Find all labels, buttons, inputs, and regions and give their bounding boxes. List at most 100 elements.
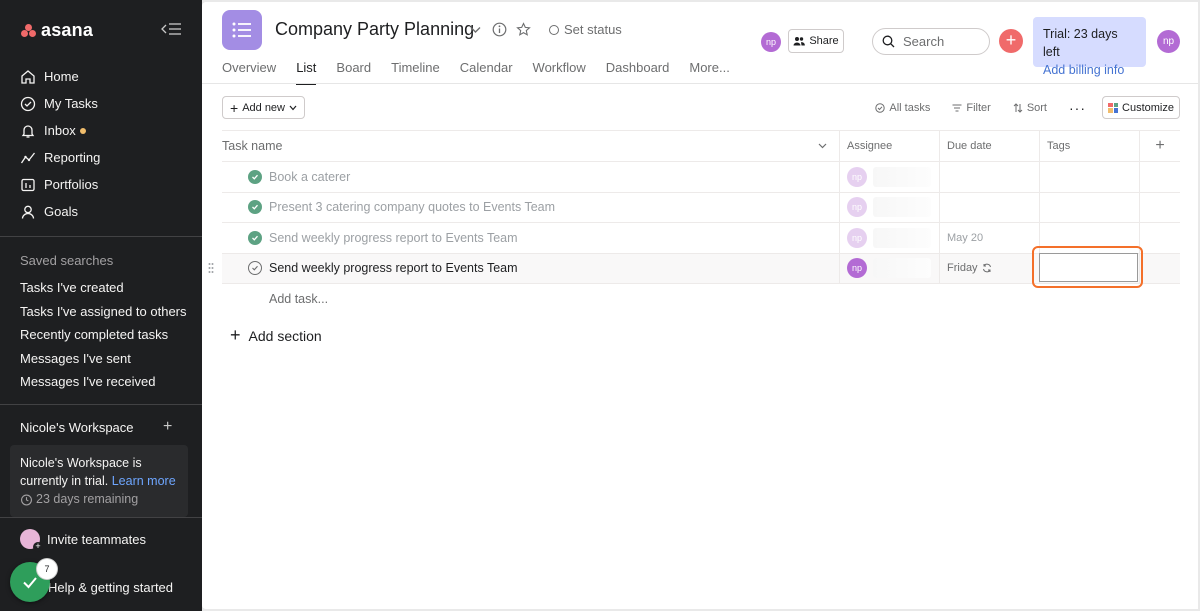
logo-text: asana — [41, 20, 94, 40]
workspace-title[interactable]: Nicole's Workspace — [20, 420, 134, 435]
assignee-cell[interactable]: np — [839, 223, 939, 253]
sidebar-item-goals[interactable]: Goals — [20, 198, 100, 225]
people-icon — [793, 37, 806, 46]
person-goal-icon — [21, 205, 35, 219]
task-complete-check-icon[interactable] — [248, 230, 262, 245]
timer-icon — [21, 493, 32, 505]
tab-list[interactable]: List — [296, 60, 317, 85]
saved-search-item[interactable]: Recently completed tasks — [20, 325, 187, 349]
add-new-button[interactable]: + Add new — [222, 96, 305, 119]
tags-cell[interactable] — [1039, 162, 1139, 192]
chevron-down-icon[interactable] — [468, 22, 483, 37]
add-column-button[interactable]: + — [1139, 131, 1180, 161]
bell-icon — [21, 124, 35, 138]
task-complete-check-icon[interactable] — [248, 200, 262, 215]
filter-button[interactable]: Filter — [952, 101, 991, 114]
chevron-down-icon — [289, 105, 297, 110]
tab-more[interactable]: More... — [689, 60, 729, 83]
sort-label: Sort — [1026, 101, 1047, 114]
learn-more-link[interactable]: Learn more — [112, 474, 176, 488]
column-header-tags[interactable]: Tags — [1039, 131, 1139, 161]
sidebar-item-reporting[interactable]: Reporting — [20, 144, 100, 171]
asana-logo[interactable]: asana — [21, 20, 93, 41]
sidebar-divider — [0, 404, 202, 405]
task-name-cell[interactable]: Book a caterer — [222, 162, 839, 192]
member-avatar[interactable]: np — [761, 32, 781, 52]
tab-timeline[interactable]: Timeline — [391, 60, 440, 83]
task-complete-check-icon[interactable] — [248, 169, 262, 184]
star-icon[interactable] — [516, 22, 531, 37]
saved-search-item[interactable]: Tasks I've assigned to others — [20, 302, 187, 326]
info-icon[interactable] — [492, 22, 507, 37]
asana-logo-icon — [21, 24, 36, 37]
tab-board[interactable]: Board — [336, 60, 371, 83]
sidebar-item-inbox[interactable]: Inbox — [20, 117, 100, 144]
chevron-down-icon[interactable] — [818, 143, 827, 149]
saved-search-item[interactable]: Tasks I've created — [20, 278, 187, 302]
task-incomplete-check-icon[interactable] — [248, 261, 262, 276]
tab-workflow[interactable]: Workflow — [533, 60, 586, 83]
add-billing-link[interactable]: Add billing info — [1043, 61, 1136, 79]
trial-banner[interactable]: Trial: 23 days left Add billing info — [1033, 17, 1146, 77]
project-list-icon[interactable] — [222, 10, 262, 50]
assignee-cell[interactable]: np — [839, 192, 939, 222]
trial-days-left: Trial: 23 days left — [1043, 27, 1118, 59]
search-icon — [882, 35, 895, 48]
sidebar-nav: Home My Tasks Inbox Reporting Portfolios… — [20, 63, 100, 225]
customize-icon — [1108, 102, 1119, 113]
create-button[interactable]: + — [999, 29, 1023, 53]
filter-label: Filter — [966, 101, 991, 114]
trend-line-icon — [20, 152, 36, 163]
tab-dashboard[interactable]: Dashboard — [606, 60, 670, 83]
column-header-assignee[interactable]: Assignee — [839, 131, 939, 161]
task-name-cell[interactable]: Send weekly progress report to Events Te… — [222, 254, 839, 284]
help-getting-started[interactable]: Help & getting started — [48, 580, 173, 595]
share-button[interactable]: Share — [788, 29, 844, 53]
plus-icon: + — [230, 99, 239, 116]
assignee-cell[interactable]: np — [839, 253, 939, 283]
due-date-cell[interactable]: May 20 — [939, 223, 1039, 253]
tags-input[interactable] — [1039, 253, 1138, 282]
add-task-link[interactable]: Add task... — [269, 292, 328, 306]
all-tasks-button[interactable]: All tasks — [875, 102, 930, 114]
customize-button[interactable]: Customize — [1102, 96, 1180, 119]
sidebar-item-my-tasks[interactable]: My Tasks — [20, 90, 100, 117]
toolbar-actions: All tasks Filter Sort ··· Customize — [853, 96, 1180, 119]
set-status-button[interactable]: Set status — [549, 22, 622, 37]
due-date-cell[interactable]: Friday — [939, 253, 1039, 283]
invite-avatar-icon — [20, 529, 43, 552]
due-date-cell[interactable] — [939, 162, 1039, 192]
sidebar-item-label: Inbox — [44, 123, 76, 138]
table-row[interactable]: Present 3 catering company quotes to Eve… — [222, 192, 1180, 223]
column-header-due-date[interactable]: Due date — [939, 131, 1039, 161]
task-name-cell[interactable]: Present 3 catering company quotes to Eve… — [222, 193, 839, 223]
add-section-label: Add section — [248, 327, 322, 344]
search-input[interactable]: Search — [872, 28, 990, 55]
empty-cell — [1139, 253, 1180, 283]
sidebar-item-label: Goals — [44, 204, 78, 219]
drag-handle-icon[interactable] — [208, 262, 214, 274]
due-date-text: Friday — [947, 262, 978, 275]
sidebar-item-portfolios[interactable]: Portfolios — [20, 171, 100, 198]
saved-search-item[interactable]: Messages I've sent — [20, 349, 187, 373]
sort-button[interactable]: Sort — [1013, 102, 1047, 114]
saved-search-item[interactable]: Messages I've received — [20, 372, 187, 396]
column-header-task-name[interactable]: Task name — [222, 131, 839, 161]
set-status-label: Set status — [564, 22, 622, 37]
sidebar-item-home[interactable]: Home — [20, 63, 100, 90]
table-row[interactable]: Book a caterer np — [222, 162, 1180, 193]
add-workspace-item-button[interactable]: + — [163, 418, 172, 436]
assignee-cell[interactable]: np — [839, 162, 939, 192]
tab-calendar[interactable]: Calendar — [460, 60, 513, 83]
project-title[interactable]: Company Party Planning — [275, 19, 474, 40]
assignee-name-blurred — [873, 227, 931, 248]
tags-cell[interactable] — [1039, 192, 1139, 222]
due-date-cell[interactable] — [939, 192, 1039, 222]
tab-overview[interactable]: Overview — [222, 60, 276, 83]
invite-teammates-button[interactable]: Invite teammates — [20, 529, 146, 552]
add-section-button[interactable]: + Add section — [230, 325, 322, 346]
collapse-sidebar-icon[interactable] — [160, 21, 182, 37]
task-name-cell[interactable]: Send weekly progress report to Events Te… — [222, 223, 839, 253]
more-options-button[interactable]: ··· — [1069, 100, 1086, 116]
user-avatar[interactable]: np — [1157, 30, 1180, 53]
